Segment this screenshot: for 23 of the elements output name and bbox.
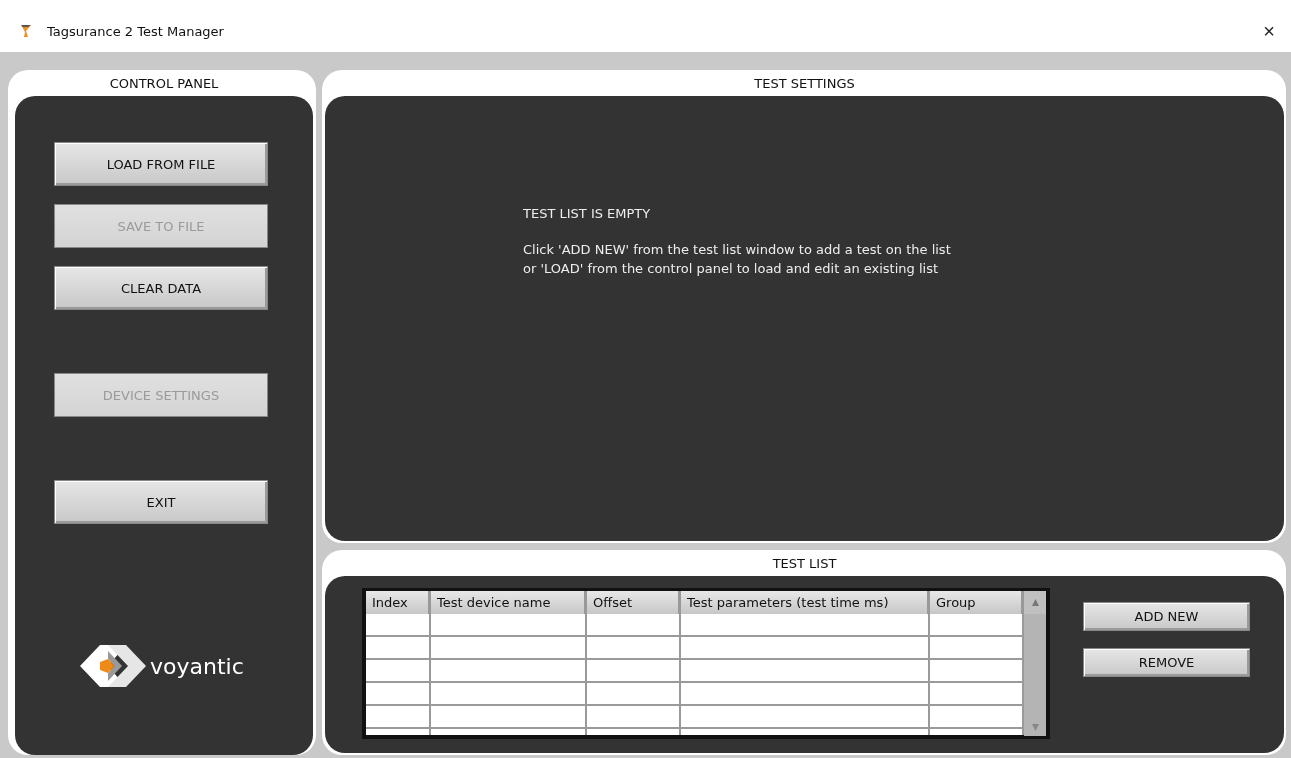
list-button[interactable]: REMOVE xyxy=(1083,648,1250,677)
column-header[interactable]: Test parameters (test time ms) xyxy=(681,591,930,614)
column-header[interactable]: Group xyxy=(930,591,1024,614)
message-text: or 'LOAD' from the control panel to load and edit an existing list xyxy=(523,260,940,278)
panel-button[interactable]: EXIT xyxy=(54,480,268,524)
window-title: Tagsurance 2 Test Manager xyxy=(47,23,225,39)
scroll-up-icon[interactable] xyxy=(1030,598,1040,607)
message-title: TEST LIST IS EMPTY xyxy=(523,206,652,221)
panel-title: CONTROL PANEL xyxy=(108,74,220,93)
panel-title: TEST LIST xyxy=(771,554,838,573)
panel-button[interactable]: LOAD FROM FILE xyxy=(54,142,268,186)
panel-title: TEST SETTINGS xyxy=(753,74,856,93)
panel-button[interactable]: CLEAR DATA xyxy=(54,266,268,310)
column-header[interactable]: Test device name xyxy=(431,591,587,614)
logo-text: voyantic xyxy=(150,653,244,679)
column-header[interactable]: Offset xyxy=(587,591,681,614)
close-button[interactable]: × xyxy=(1259,19,1279,43)
scroll-down-icon[interactable] xyxy=(1030,723,1040,732)
message-text: Click 'ADD NEW' from the test list window to add a test on the list xyxy=(523,241,952,259)
column-header[interactable]: Index xyxy=(366,591,431,614)
list-button[interactable]: ADD NEW xyxy=(1083,602,1250,631)
scrollbar[interactable] xyxy=(1024,614,1046,736)
app-icon xyxy=(20,24,32,38)
